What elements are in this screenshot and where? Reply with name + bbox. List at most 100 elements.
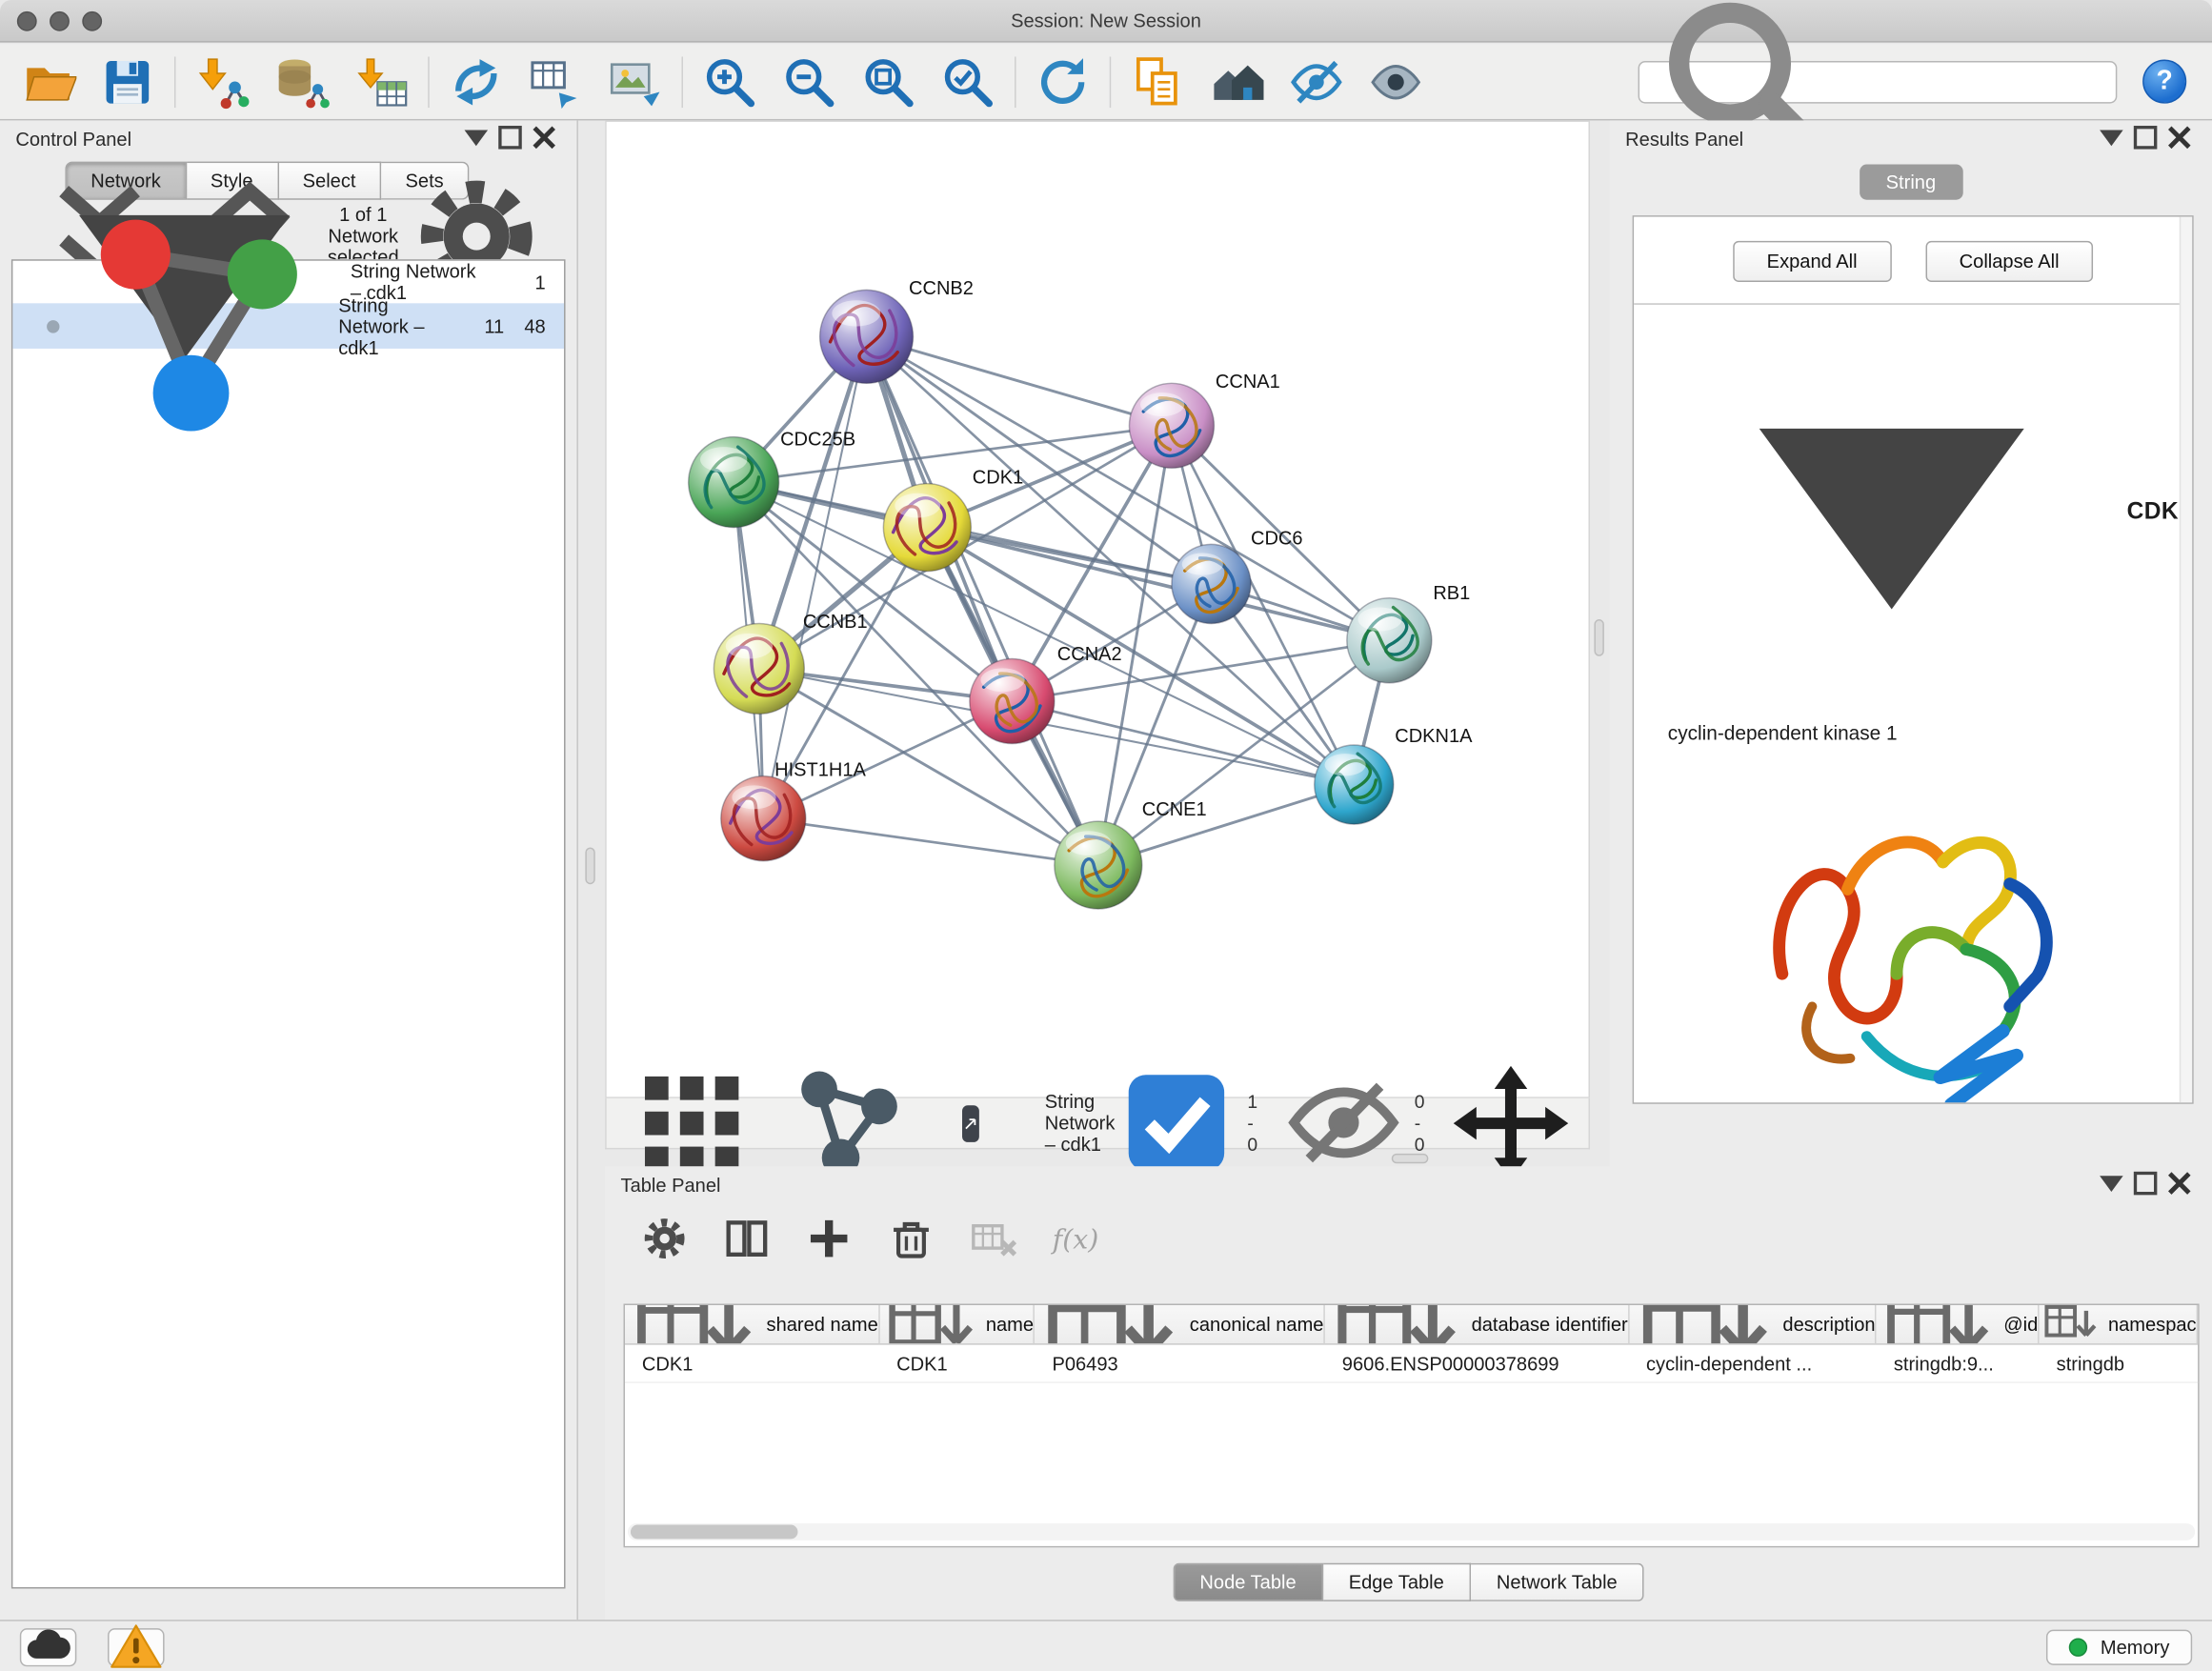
warnings-button[interactable]	[108, 1627, 165, 1665]
table-cell[interactable]: 9606.ENSP00000378699	[1325, 1345, 1629, 1382]
import-network-database-button[interactable]	[273, 51, 331, 111]
zoom-fit-button[interactable]	[860, 51, 917, 111]
node-CCNA2[interactable]	[970, 659, 1055, 744]
node-HIST1H1A[interactable]	[721, 776, 806, 861]
splitter-handle[interactable]	[585, 848, 594, 885]
import-table-button[interactable]	[352, 51, 410, 111]
panel-maximize-button[interactable]	[2128, 1165, 2162, 1203]
help-button[interactable]: ?	[2142, 59, 2186, 103]
expand-all-button[interactable]: Expand All	[1733, 241, 1891, 282]
network-merge-button[interactable]	[448, 51, 505, 111]
table-cell[interactable]: stringdb	[2040, 1345, 2198, 1382]
network-view-canvas[interactable]: CCNB2CCNA1CDC25BCDK1CDC6RB1CCNB1CCNA2CDK…	[605, 120, 1590, 1097]
node-CCNA1[interactable]	[1129, 383, 1214, 468]
toolbar-group	[1130, 51, 1424, 111]
collapse-all-button[interactable]: Collapse All	[1925, 241, 2093, 282]
minimize-window-button[interactable]	[50, 11, 70, 31]
hide-panels-icon	[1288, 53, 1345, 111]
maximize-icon	[2128, 120, 2162, 158]
node-CCNB1[interactable]	[714, 623, 804, 714]
protein-description: cyclin-dependent kinase 1	[1634, 715, 2192, 744]
network-row-selected[interactable]: String Network – cdk1 11 48	[12, 303, 564, 349]
splitter-handle[interactable]	[1392, 1154, 1429, 1163]
refresh-button[interactable]	[1035, 51, 1092, 111]
close-window-button[interactable]	[17, 11, 37, 31]
maximize-window-button[interactable]	[82, 11, 102, 31]
node-CCNE1[interactable]	[1055, 821, 1142, 909]
search-input[interactable]	[1854, 70, 2103, 91]
column-header-database-identifier[interactable]: database identifier	[1325, 1305, 1629, 1343]
zoom-selected-icon	[939, 53, 996, 111]
show-eye-button[interactable]	[1367, 51, 1424, 111]
export-image-button[interactable]	[607, 51, 664, 111]
application-window: Session: New Session ? Control Panel Net…	[0, 0, 2212, 1671]
node-CDC6[interactable]	[1172, 544, 1251, 623]
panel-float-button[interactable]	[459, 120, 493, 158]
add-column-button[interactable]	[803, 1215, 855, 1266]
edge-CCNE1-HIST1H1A[interactable]	[763, 818, 1098, 865]
zoom-in-button[interactable]	[701, 51, 758, 111]
zoom-out-button[interactable]	[781, 51, 838, 111]
zoom-selected-button[interactable]	[939, 51, 996, 111]
tab-edge-table[interactable]: Edge Table	[1323, 1563, 1471, 1601]
home-button[interactable]	[1209, 51, 1266, 111]
panel-close-button[interactable]	[527, 120, 561, 158]
new-network-table-button[interactable]	[527, 51, 584, 111]
table-cell[interactable]: CDK1	[879, 1345, 1035, 1382]
function-builder-button: f(x)	[1050, 1215, 1101, 1266]
entry-disclosure-icon[interactable]	[1699, 320, 2084, 705]
save-session-icon	[99, 53, 156, 111]
node-CDK1[interactable]	[883, 484, 971, 572]
table-cell[interactable]: CDK1	[625, 1345, 879, 1382]
table-row[interactable]: CDK1CDK1P064939606.ENSP00000378699cyclin…	[625, 1345, 2198, 1383]
table-panel-title: Table Panel	[621, 1174, 721, 1195]
open-session-button[interactable]	[20, 51, 77, 111]
tab-string[interactable]: String	[1859, 165, 1962, 200]
column-header-description[interactable]: description	[1629, 1305, 1877, 1343]
tab-node-table[interactable]: Node Table	[1173, 1563, 1323, 1601]
column-header-canonical-name[interactable]: canonical name	[1036, 1305, 1325, 1343]
string-network-graph[interactable]: CCNB2CCNA1CDC25BCDK1CDC6RB1CCNB1CCNA2CDK…	[607, 122, 1589, 1097]
cloud-status-button[interactable]	[20, 1627, 77, 1665]
copy-document-button[interactable]	[1130, 51, 1187, 111]
results-scrollbar[interactable]	[2180, 217, 2192, 1103]
column-header-namespac[interactable]: namespac	[2040, 1305, 2198, 1343]
hide-panels-button[interactable]	[1288, 51, 1345, 111]
column-header-name[interactable]: name	[879, 1305, 1035, 1343]
edge-CCNB2-CCNA1[interactable]	[867, 336, 1172, 425]
show-columns-button[interactable]	[721, 1215, 773, 1266]
table-horizontal-scrollbar[interactable]	[628, 1523, 2195, 1540]
import-network-file-button[interactable]	[194, 51, 251, 111]
window-title: Session: New Session	[1011, 10, 1201, 30]
splitter-handle[interactable]	[1594, 619, 1603, 656]
network-tree: String Network – cdk1 1 String Network –…	[11, 259, 566, 1588]
panel-close-button[interactable]	[2162, 1165, 2197, 1203]
network-selection-summary: 1 of 1 Network selected	[328, 204, 399, 268]
save-session-button[interactable]	[99, 51, 156, 111]
panel-maximize-button[interactable]	[2128, 120, 2162, 158]
tab-network-table[interactable]: Network Table	[1471, 1563, 1644, 1601]
table-cell[interactable]: stringdb:9...	[1877, 1345, 2040, 1382]
panel-float-button[interactable]	[2095, 1165, 2129, 1203]
toolbar-group	[1035, 51, 1092, 111]
memory-button[interactable]: Memory	[2046, 1629, 2192, 1664]
panel-close-button[interactable]	[2162, 120, 2197, 158]
column-header-shared-name[interactable]: shared name	[625, 1305, 879, 1343]
edge-CCNB2-HIST1H1A[interactable]	[763, 336, 866, 818]
scrollbar-thumb[interactable]	[631, 1525, 798, 1540]
search-box[interactable]	[1639, 60, 2118, 103]
delete-table-icon	[968, 1213, 1019, 1268]
table-cell[interactable]: P06493	[1036, 1345, 1325, 1382]
delete-column-button[interactable]	[886, 1215, 937, 1266]
column-header--id[interactable]: @id	[1877, 1305, 2040, 1343]
panel-float-button[interactable]	[2095, 120, 2129, 158]
node-CDC25B[interactable]	[689, 437, 779, 528]
table-cell[interactable]: cyclin-dependent ...	[1629, 1345, 1877, 1382]
node-CCNB2[interactable]	[820, 290, 914, 383]
node-CDKN1A[interactable]	[1315, 745, 1394, 824]
export-view-button[interactable]	[962, 1105, 979, 1142]
panel-maximize-button[interactable]	[493, 120, 528, 158]
node-RB1[interactable]	[1347, 598, 1432, 683]
edge-CCNB2-CCNE1[interactable]	[867, 336, 1098, 865]
table-settings-button[interactable]	[639, 1215, 691, 1266]
